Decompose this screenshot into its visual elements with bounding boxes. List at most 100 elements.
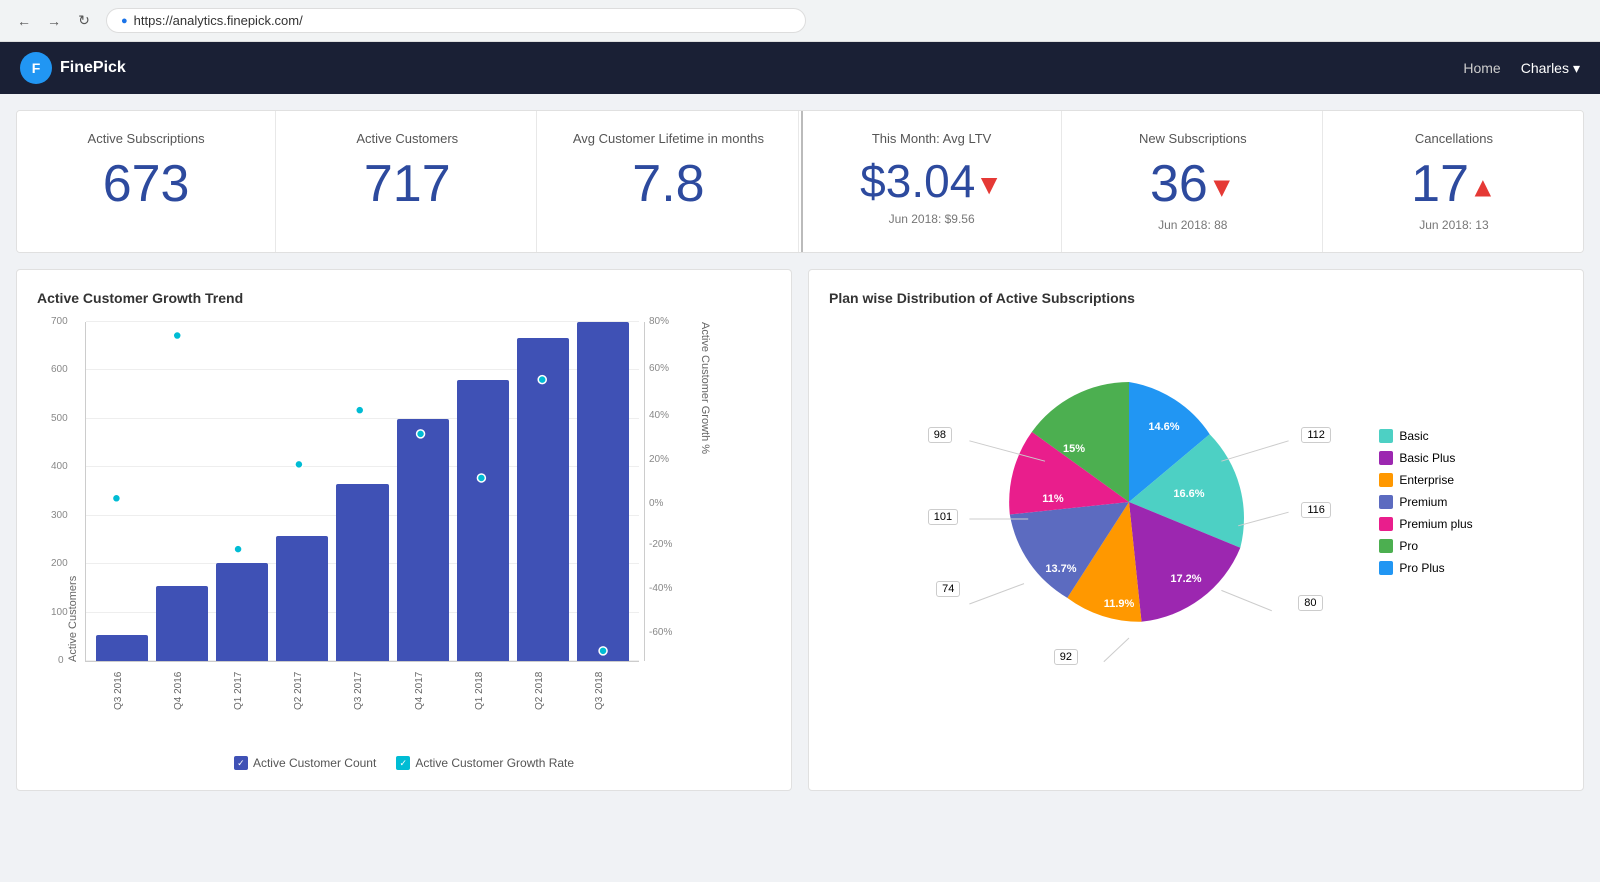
callout-116: 116 <box>1301 502 1331 518</box>
legend-basic-plus-label: Basic Plus <box>1399 451 1455 465</box>
legend-pro: Pro <box>1379 539 1472 553</box>
x-label-0: Q3 2016 <box>113 666 165 716</box>
address-bar[interactable]: ● https://analytics.finepick.com/ <box>106 8 806 33</box>
legend-bar-icon: ✓ <box>234 756 248 770</box>
bar-chart-title: Active Customer Growth Trend <box>37 290 771 306</box>
legend-basic-plus: Basic Plus <box>1379 451 1472 465</box>
kpi-avg-ltv: This Month: Avg LTV $3.04▼ Jun 2018: $9.… <box>801 111 1062 252</box>
kpi-ltv-sub: Jun 2018: $9.56 <box>827 212 1037 226</box>
username: Charles <box>1521 60 1569 76</box>
callout-80: 80 <box>1298 595 1322 611</box>
browser-chrome: ← → ↻ ● https://analytics.finepick.com/ <box>0 0 1600 42</box>
kpi-ltv-label: This Month: Avg LTV <box>827 131 1037 146</box>
cancel-arrow-up: ▲ <box>1469 171 1497 202</box>
nav-buttons: ← → ↻ <box>12 9 96 33</box>
y2-axis-label: Active Customer Growth % <box>699 322 711 662</box>
legend-pro-plus-color <box>1379 561 1393 575</box>
kpi-cancellations: Cancellations 17▲ Jun 2018: 13 <box>1325 111 1583 252</box>
pct-premium-plus: 11% <box>1043 493 1065 505</box>
x-label-3: Q2 2017 <box>293 666 345 716</box>
legend-enterprise-color <box>1379 473 1393 487</box>
y-axis-label: Active Customers <box>67 322 79 662</box>
kpi-active-subscriptions: Active Subscriptions 673 <box>17 111 276 252</box>
kpi-customers-label: Active Customers <box>302 131 512 146</box>
x-label-1: Q4 2016 <box>173 666 225 716</box>
callout-74: 74 <box>936 581 960 597</box>
kpi-newsub-label: New Subscriptions <box>1088 131 1298 146</box>
kpi-cancel-sub: Jun 2018: 13 <box>1349 218 1559 232</box>
home-link[interactable]: Home <box>1463 60 1500 76</box>
pct-premium: 13.7% <box>1046 563 1077 575</box>
forward-button[interactable]: → <box>42 9 66 33</box>
pct-basic: 16.6% <box>1174 488 1205 500</box>
line-chart-svg <box>86 322 639 661</box>
legend-basic-color <box>1379 429 1393 443</box>
kpi-subscriptions-value: 673 <box>41 158 251 210</box>
newsub-arrow-down: ▼ <box>1208 171 1236 202</box>
url-text: https://analytics.finepick.com/ <box>134 13 303 28</box>
ltv-arrow-down: ▼ <box>975 169 1003 200</box>
legend-premium: Premium <box>1379 495 1472 509</box>
right-y-axis: 80% 60% 40% 20% 0% -20% -40% -60% <box>644 322 694 661</box>
kpi-lifetime-value: 7.8 <box>563 158 773 210</box>
kpi-row: Active Subscriptions 673 Active Customer… <box>16 110 1584 253</box>
legend-enterprise-label: Enterprise <box>1399 473 1454 487</box>
pie-legend: Basic Basic Plus Enterprise Premium <box>1379 429 1472 575</box>
pie-chart-title: Plan wise Distribution of Active Subscri… <box>829 290 1563 306</box>
legend-line-icon: ✓ <box>396 756 410 770</box>
callout-112: 112 <box>1301 427 1331 443</box>
legend-basic-label: Basic <box>1399 429 1428 443</box>
legend-pro-plus: Pro Plus <box>1379 561 1472 575</box>
legend-premium-color <box>1379 495 1393 509</box>
kpi-avg-lifetime: Avg Customer Lifetime in months 7.8 <box>539 111 798 252</box>
pie-wrapper: 98 112 116 80 92 74 101 <box>919 332 1339 672</box>
callout-98: 98 <box>928 427 952 443</box>
x-label-2: Q1 2017 <box>233 666 285 716</box>
back-button[interactable]: ← <box>12 9 36 33</box>
callout-101: 101 <box>928 509 958 525</box>
legend-premium-plus-color <box>1379 517 1393 531</box>
legend-pro-color <box>1379 539 1393 553</box>
kpi-subscriptions-label: Active Subscriptions <box>41 131 251 146</box>
user-menu[interactable]: Charles ▾ <box>1521 60 1580 77</box>
kpi-cancel-label: Cancellations <box>1349 131 1559 146</box>
legend-premium-label: Premium <box>1399 495 1447 509</box>
pie-chart-card: Plan wise Distribution of Active Subscri… <box>808 269 1584 791</box>
legend-basic-plus-color <box>1379 451 1393 465</box>
logo-icon: F <box>20 52 52 84</box>
kpi-newsub-value: 36▼ <box>1088 158 1298 210</box>
chart-plot-area: 0 100 200 300 400 500 600 700 80% 60% <box>85 322 639 662</box>
logo: F FinePick <box>20 52 126 84</box>
charts-row: Active Customer Growth Trend Active Cust… <box>16 269 1584 791</box>
kpi-active-customers: Active Customers 717 <box>278 111 537 252</box>
secure-icon: ● <box>121 15 128 27</box>
pct-pro: 15% <box>1063 443 1085 455</box>
kpi-lifetime-label: Avg Customer Lifetime in months <box>563 131 773 146</box>
x-label-8: Q3 2018 <box>594 666 646 716</box>
kpi-newsub-sub: Jun 2018: 88 <box>1088 218 1298 232</box>
kpi-cancel-value: 17▲ <box>1349 158 1559 210</box>
kpi-new-subscriptions: New Subscriptions 36▼ Jun 2018: 88 <box>1064 111 1323 252</box>
x-label-6: Q1 2018 <box>474 666 526 716</box>
pie-chart-container: 98 112 116 80 92 74 101 <box>829 322 1563 682</box>
top-nav: F FinePick Home Charles ▾ <box>0 42 1600 94</box>
bar-chart-card: Active Customer Growth Trend Active Cust… <box>16 269 792 791</box>
reload-button[interactable]: ↻ <box>72 9 96 33</box>
legend-pro-label: Pro <box>1399 539 1418 553</box>
legend-basic: Basic <box>1379 429 1472 443</box>
legend-enterprise: Enterprise <box>1379 473 1472 487</box>
legend-premium-plus-label: Premium plus <box>1399 517 1472 531</box>
legend-line: ✓ Active Customer Growth Rate <box>396 756 574 770</box>
logo-text: FinePick <box>60 59 126 77</box>
pct-basic-plus: 17.2% <box>1171 573 1202 585</box>
legend-pro-plus-label: Pro Plus <box>1399 561 1444 575</box>
main-content: Active Subscriptions 673 Active Customer… <box>0 94 1600 807</box>
x-axis-labels: Q3 2016 Q4 2016 Q1 2017 Q2 2017 Q3 2017 … <box>103 666 656 716</box>
kpi-customers-value: 717 <box>302 158 512 210</box>
legend-line-label: Active Customer Growth Rate <box>415 756 574 770</box>
chevron-down-icon: ▾ <box>1573 60 1580 77</box>
kpi-ltv-value: $3.04▼ <box>827 158 1037 204</box>
pct-pro-plus: 14.6% <box>1149 421 1180 433</box>
x-label-4: Q3 2017 <box>353 666 405 716</box>
pct-enterprise: 11.9% <box>1104 598 1135 610</box>
